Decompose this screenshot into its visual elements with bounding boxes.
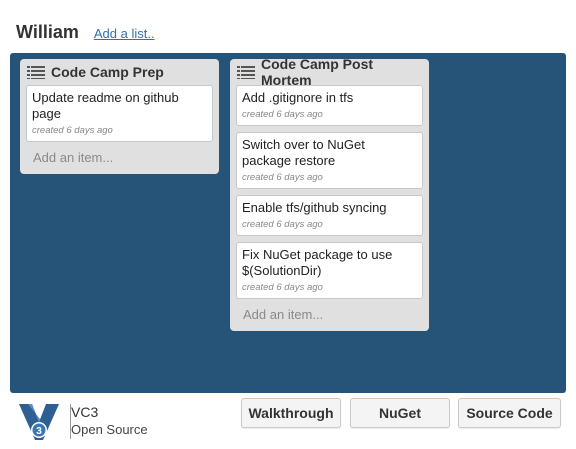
- board-title: William: [16, 22, 79, 42]
- brand-tagline: Open Source: [71, 421, 148, 437]
- add-item-link[interactable]: Add an item...: [236, 305, 423, 325]
- list-header: Code Camp Post Mortem: [236, 56, 423, 88]
- add-list-link[interactable]: Add a list..: [94, 26, 155, 41]
- card-created-date: created 6 days ago: [242, 109, 323, 120]
- brand-text: VC3 Open Source: [70, 403, 148, 439]
- board-header: William Add a list..: [16, 22, 155, 43]
- card-title: Add .gitignore in tfs: [242, 90, 354, 105]
- card[interactable]: Update readme on github page created 6 d…: [26, 85, 213, 142]
- vc3-logo-icon: 3: [18, 400, 60, 442]
- card-created-date: created 6 days ago: [242, 219, 323, 230]
- card-title: Switch over to NuGet package restore: [242, 137, 365, 168]
- card-title: Update readme on github page: [32, 90, 179, 121]
- card[interactable]: Fix NuGet package to use $(SolutionDir) …: [236, 242, 423, 299]
- card[interactable]: Add .gitignore in tfs created 6 days ago: [236, 85, 423, 126]
- list-code-camp-post-mortem: Code Camp Post Mortem Add .gitignore in …: [230, 56, 429, 331]
- card-created-date: created 6 days ago: [242, 172, 323, 183]
- walkthrough-button[interactable]: Walkthrough: [241, 398, 341, 428]
- board-canvas: Code Camp Prep Update readme on github p…: [10, 53, 566, 393]
- card[interactable]: Switch over to NuGet package restore cre…: [236, 132, 423, 189]
- card-created-date: created 6 days ago: [242, 282, 323, 293]
- list-header: Code Camp Prep: [26, 59, 213, 85]
- list-title: Code Camp Post Mortem: [261, 56, 374, 88]
- logo-letter: 3: [36, 426, 42, 437]
- source-code-button[interactable]: Source Code: [458, 398, 561, 428]
- card-title: Enable tfs/github syncing: [242, 200, 387, 215]
- list-code-camp-prep: Code Camp Prep Update readme on github p…: [20, 59, 219, 174]
- add-item-link[interactable]: Add an item...: [26, 148, 213, 168]
- card-created-date: created 6 days ago: [32, 125, 113, 136]
- nuget-button[interactable]: NuGet: [350, 398, 450, 428]
- vc3-brand: 3 VC3 Open Source: [18, 400, 148, 442]
- list-title: Code Camp Prep: [51, 64, 164, 80]
- brand-name: VC3: [71, 403, 99, 420]
- list-lines-icon: [237, 65, 255, 79]
- card[interactable]: Enable tfs/github syncing created 6 days…: [236, 195, 423, 236]
- card-title: Fix NuGet package to use $(SolutionDir): [242, 247, 393, 278]
- list-lines-icon: [27, 65, 45, 79]
